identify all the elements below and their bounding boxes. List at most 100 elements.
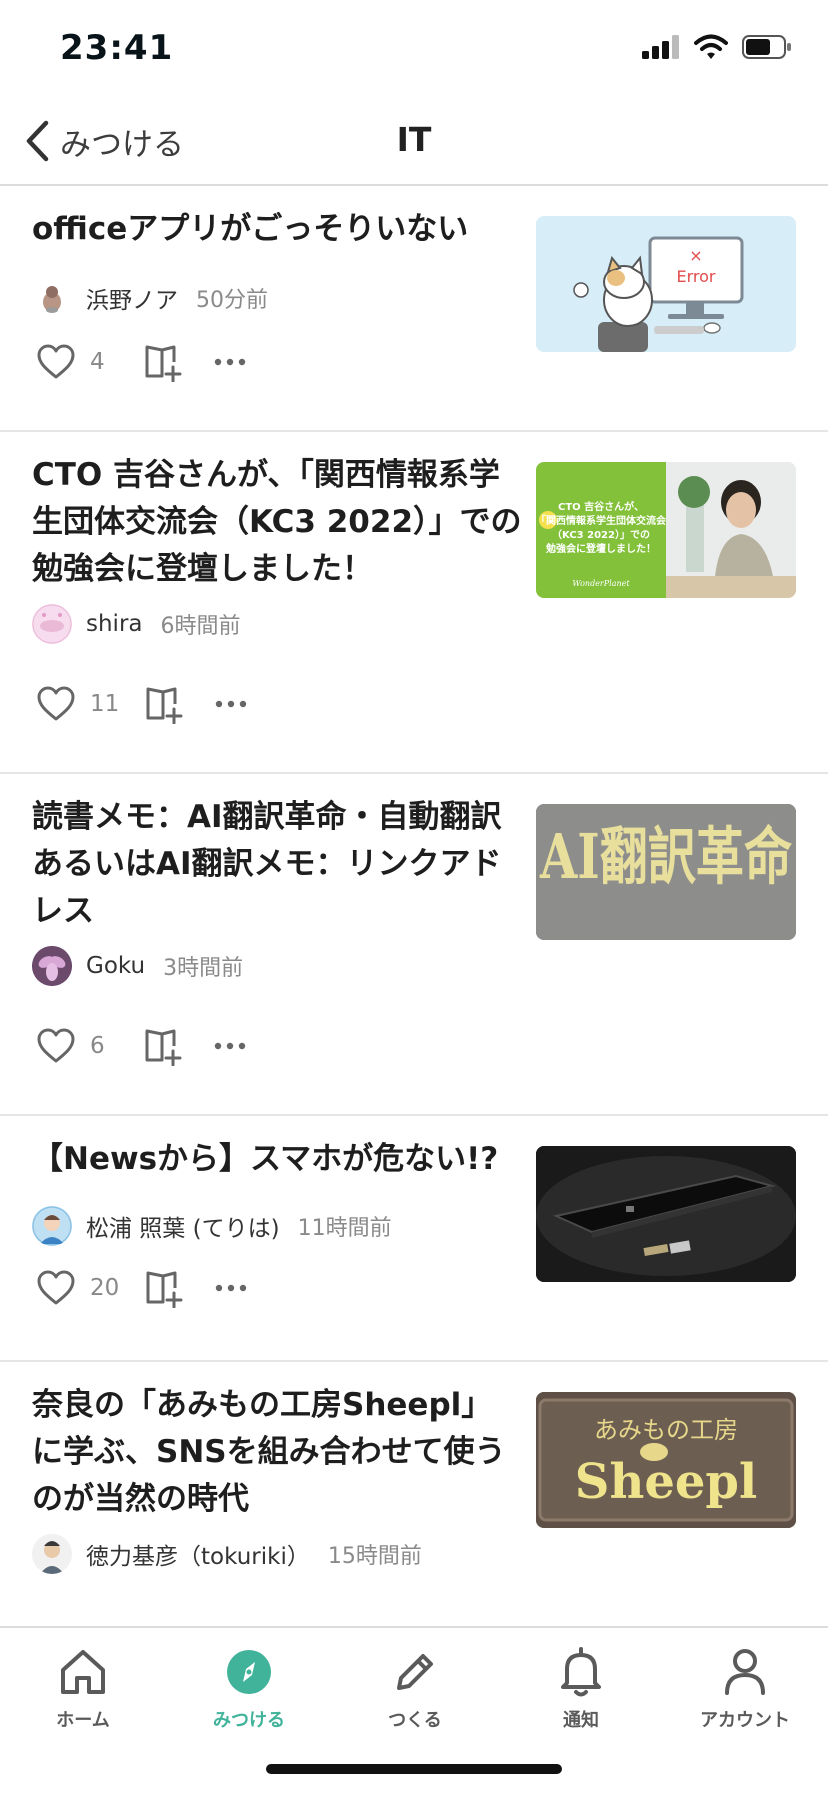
add-to-magazine-button[interactable] bbox=[145, 684, 185, 724]
author-name[interactable]: 徳力基彦（tokuriki） bbox=[86, 1537, 310, 1571]
tab-label: 通知 bbox=[563, 1710, 599, 1731]
article-title[interactable]: 読書メモ：AI翻訳革命・自動翻訳あるいはAI翻訳メモ：リンクアドレス bbox=[32, 794, 522, 935]
add-to-magazine-button[interactable] bbox=[144, 342, 184, 382]
sign-subtext: あみもの工房 bbox=[594, 1416, 738, 1444]
tab-account[interactable]: アカウント bbox=[662, 1644, 828, 1732]
heart-icon bbox=[37, 1270, 75, 1305]
tab-label: つくる bbox=[388, 1710, 442, 1731]
tab-discover[interactable]: みつける bbox=[166, 1644, 332, 1732]
battery-icon bbox=[742, 35, 791, 59]
author-name[interactable]: 浜野ノア bbox=[86, 281, 178, 315]
more-options-button[interactable] bbox=[214, 357, 246, 367]
like-count: 4 bbox=[90, 349, 105, 375]
page-title: IT bbox=[396, 120, 432, 159]
article-thumbnail[interactable] bbox=[536, 1146, 796, 1282]
article-card[interactable]: 読書メモ：AI翻訳革命・自動翻訳あるいはAI翻訳メモ：リンクアドレス AI翻訳革… bbox=[0, 774, 828, 1116]
like-button[interactable]: 20 bbox=[36, 1270, 119, 1306]
heart-icon bbox=[37, 686, 75, 721]
article-feed[interactable]: officeアプリがごっそりいない × Error 浜野ノア 50分前 4 CT… bbox=[0, 186, 828, 1626]
author-row: 浜野ノア 50分前 bbox=[32, 276, 268, 320]
magazine-add-icon bbox=[146, 1271, 183, 1308]
ellipsis-icon bbox=[216, 1284, 247, 1292]
nav-bar: みつける IT bbox=[0, 100, 828, 186]
article-thumbnail[interactable]: あみもの工房 Sheepl bbox=[536, 1392, 796, 1528]
like-button[interactable]: 4 bbox=[36, 344, 118, 380]
published-time: 3時間前 bbox=[163, 956, 244, 981]
ellipsis-icon bbox=[214, 358, 246, 366]
magazine-add-icon bbox=[145, 1029, 182, 1066]
tab-label: みつける bbox=[213, 1710, 285, 1731]
magazine-add-icon bbox=[145, 345, 182, 382]
cat-computer-illustration: × Error bbox=[573, 236, 744, 352]
add-to-magazine-button[interactable] bbox=[144, 1026, 184, 1066]
author-row: 徳力基彦（tokuriki） 15時間前 bbox=[32, 1532, 422, 1576]
article-thumbnail[interactable]: × Error bbox=[536, 216, 796, 352]
author-row: shira 6時間前 bbox=[32, 602, 241, 646]
like-button[interactable]: 6 bbox=[36, 1028, 118, 1064]
book-cover-text: AI翻訳革命 bbox=[539, 820, 792, 893]
error-text: Error bbox=[677, 267, 716, 286]
avatar-illustration bbox=[32, 1534, 72, 1574]
svg-text:×: × bbox=[689, 246, 702, 265]
action-row: 4 bbox=[36, 340, 246, 384]
article-title[interactable]: 奈良の「あみもの工房Sheepl」に学ぶ、SNSを組み合わせて使うのが当然の時代 bbox=[32, 1382, 522, 1523]
sheepl-sign-thumbnail: あみもの工房 Sheepl bbox=[536, 1392, 796, 1528]
action-row: 11 bbox=[36, 682, 247, 726]
sign-text: Sheepl bbox=[575, 1454, 757, 1510]
article-title[interactable]: 【Newsから】スマホが危ない!? bbox=[32, 1136, 522, 1183]
article-card[interactable]: 【Newsから】スマホが危ない!? 松浦 照葉 (てりは) 11時間前 20 bbox=[0, 1116, 828, 1362]
action-row: 6 bbox=[36, 1024, 246, 1068]
book-cover-thumbnail: AI翻訳革命 bbox=[536, 804, 796, 940]
pencil-icon bbox=[397, 1654, 433, 1690]
svg-text:WonderPlanet: WonderPlanet bbox=[572, 579, 630, 588]
article-title[interactable]: CTO 吉谷さんが、「関西情報系学生団体交流会（KC3 2022）」での勉強会に… bbox=[32, 452, 522, 593]
more-options-button[interactable] bbox=[215, 1283, 247, 1293]
avatar-illustration bbox=[32, 946, 72, 986]
article-thumbnail[interactable]: CTO 吉谷さんが、 「関西情報系学生団体交流会 （KC3 2022）」での 勉… bbox=[536, 462, 796, 598]
home-icon bbox=[61, 1650, 105, 1694]
cto-event-thumbnail: CTO 吉谷さんが、 「関西情報系学生団体交流会 （KC3 2022）」での 勉… bbox=[536, 462, 796, 598]
author-avatar[interactable] bbox=[32, 946, 72, 986]
avatar-illustration bbox=[32, 604, 72, 644]
published-time: 11時間前 bbox=[297, 1216, 392, 1241]
author-name[interactable]: Goku bbox=[86, 953, 145, 979]
person-icon bbox=[725, 1649, 765, 1695]
home-indicator[interactable] bbox=[266, 1764, 562, 1774]
tab-label: アカウント bbox=[700, 1710, 790, 1731]
tab-create[interactable]: つくる bbox=[332, 1644, 498, 1732]
author-name[interactable]: 松浦 照葉 (てりは) bbox=[86, 1209, 280, 1243]
more-options-button[interactable] bbox=[215, 699, 247, 709]
author-avatar[interactable] bbox=[32, 1534, 72, 1574]
like-count: 11 bbox=[90, 691, 120, 717]
compass-icon bbox=[227, 1650, 271, 1694]
avatar-illustration bbox=[32, 1206, 72, 1246]
article-card[interactable]: 奈良の「あみもの工房Sheepl」に学ぶ、SNSを組み合わせて使うのが当然の時代… bbox=[0, 1362, 828, 1626]
like-count: 6 bbox=[90, 1033, 105, 1059]
wifi-icon bbox=[694, 34, 728, 59]
author-name[interactable]: shira bbox=[86, 611, 143, 637]
magazine-add-icon bbox=[146, 687, 183, 724]
article-thumbnail[interactable]: AI翻訳革命 bbox=[536, 804, 796, 940]
article-title[interactable]: officeアプリがごっそりいない bbox=[32, 206, 522, 253]
author-avatar[interactable] bbox=[32, 278, 72, 318]
svg-text:（KC3 2022）」での: （KC3 2022）」での bbox=[552, 528, 650, 541]
ellipsis-icon bbox=[214, 1042, 246, 1050]
tab-notifications[interactable]: 通知 bbox=[498, 1644, 664, 1732]
add-to-magazine-button[interactable] bbox=[145, 1268, 185, 1308]
heart-icon bbox=[37, 1028, 75, 1063]
article-card[interactable]: CTO 吉谷さんが、「関西情報系学生団体交流会（KC3 2022）」での勉強会に… bbox=[0, 432, 828, 774]
author-avatar[interactable] bbox=[32, 1206, 72, 1246]
published-time: 50分前 bbox=[196, 288, 268, 313]
status-icons bbox=[642, 34, 792, 60]
more-options-button[interactable] bbox=[214, 1041, 246, 1051]
published-time: 15時間前 bbox=[327, 1544, 422, 1569]
tab-home[interactable]: ホーム bbox=[0, 1644, 166, 1732]
author-avatar[interactable] bbox=[32, 604, 72, 644]
like-button[interactable]: 11 bbox=[36, 686, 119, 722]
like-count: 20 bbox=[90, 1275, 120, 1301]
tab-label: ホーム bbox=[56, 1710, 110, 1731]
article-card[interactable]: officeアプリがごっそりいない × Error 浜野ノア 50分前 4 bbox=[0, 186, 828, 432]
bell-icon bbox=[561, 1647, 601, 1697]
status-time: 23:41 bbox=[60, 28, 174, 68]
published-time: 6時間前 bbox=[160, 614, 241, 639]
